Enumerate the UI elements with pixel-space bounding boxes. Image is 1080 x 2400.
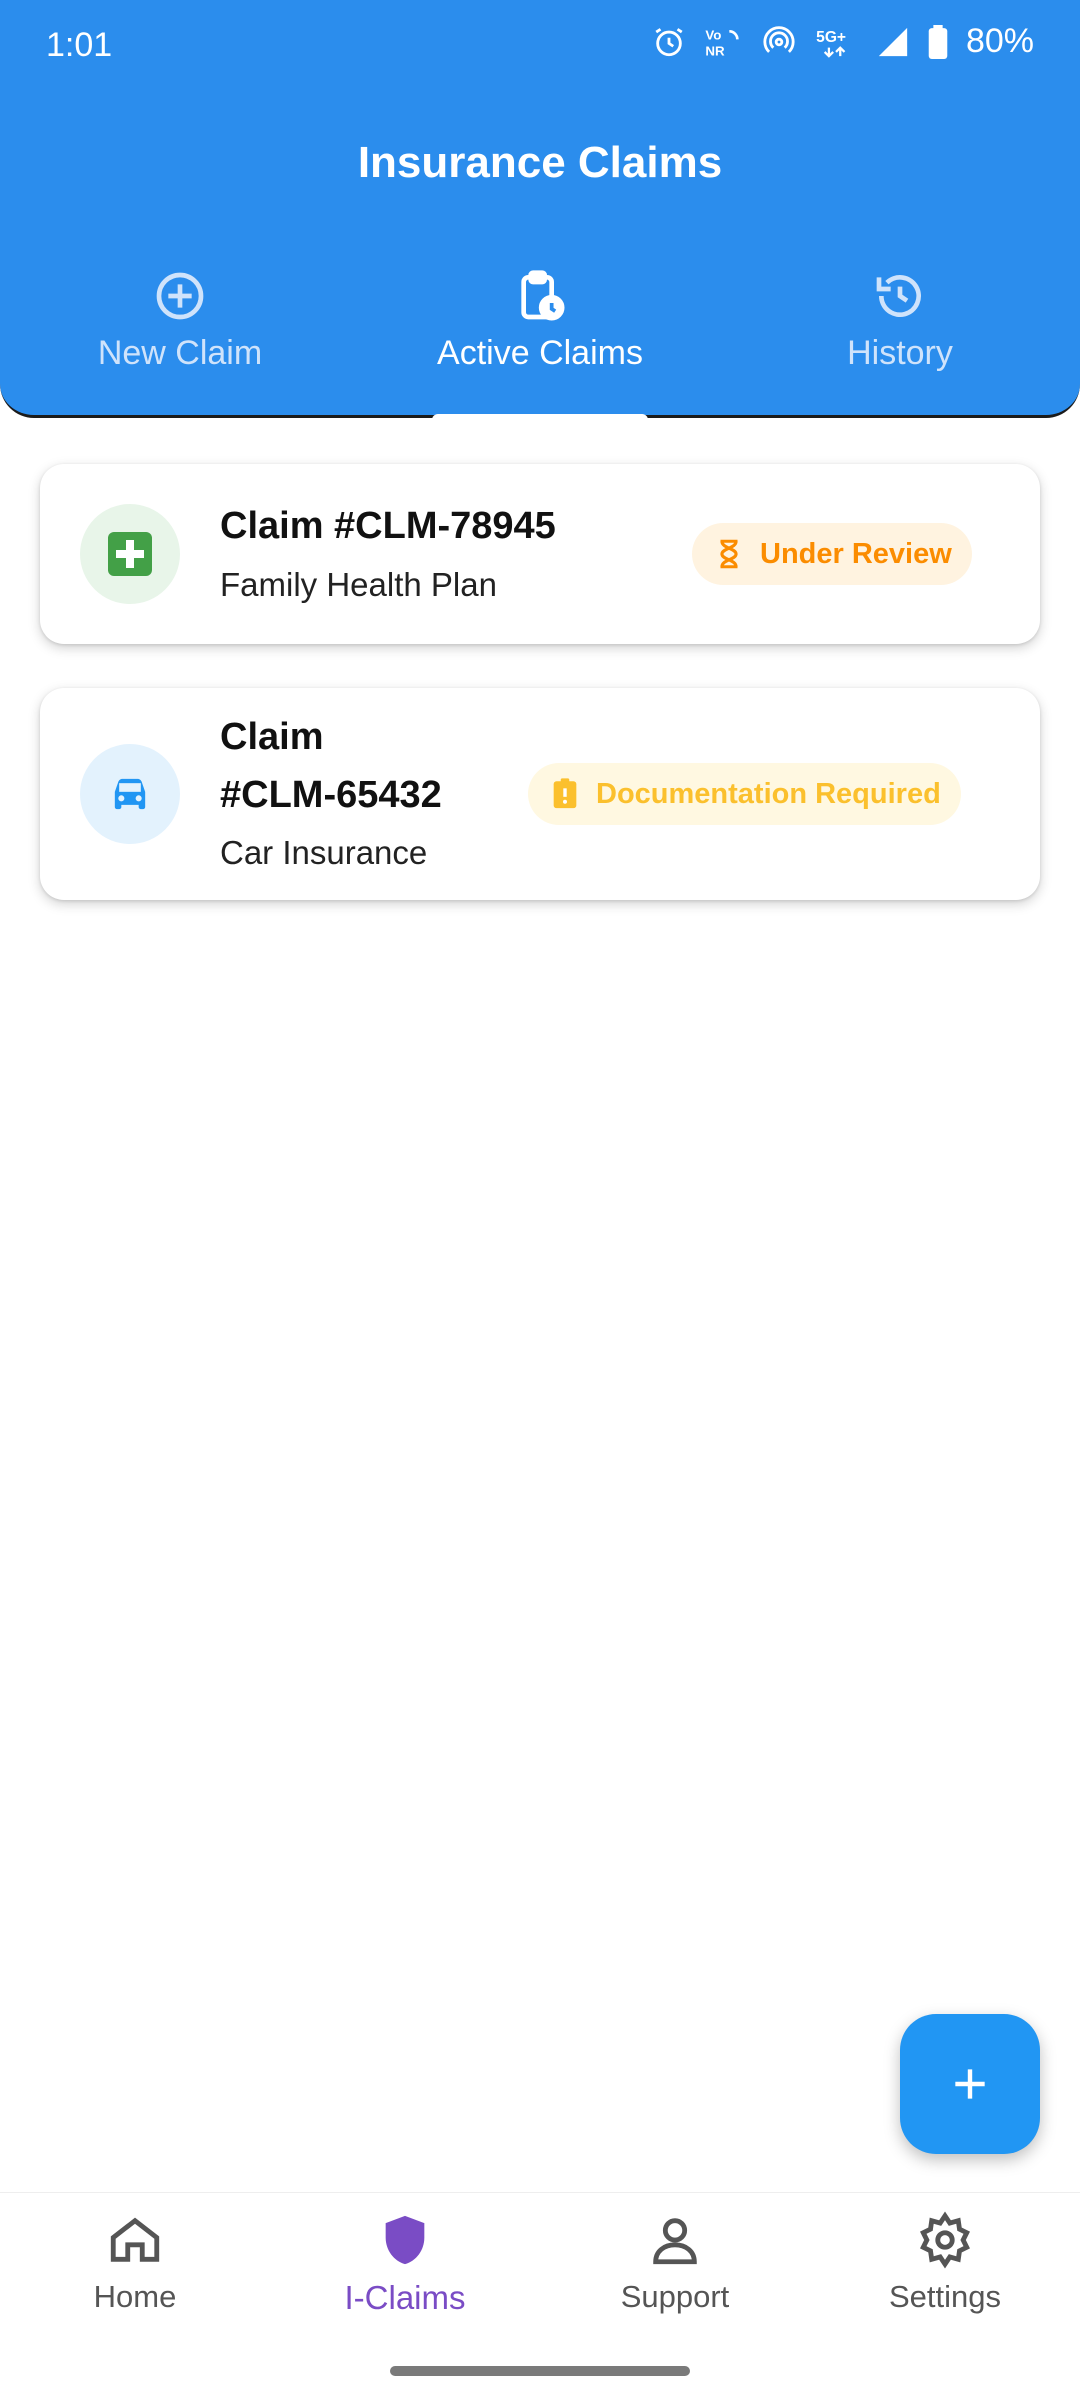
tab-new-claim[interactable]: New Claim [0, 262, 360, 418]
claim-subtitle: Family Health Plan [220, 566, 497, 603]
status-icons: Vo NR 5G+ 80% [652, 22, 1034, 61]
svg-text:NR: NR [705, 43, 725, 58]
add-claim-fab[interactable] [900, 2014, 1040, 2154]
5g-icon: 5G+ [816, 29, 846, 58]
page-title: Insurance Claims [357, 138, 723, 187]
nav-label: Home [93, 2279, 177, 2314]
alert-clipboard-icon [553, 778, 577, 809]
home-indicator[interactable] [390, 2366, 690, 2376]
shield-icon [385, 2215, 425, 2265]
battery-icon [928, 24, 948, 59]
claim-title: Claim #CLM-78945 [220, 505, 556, 547]
tab-label: History [847, 334, 953, 372]
nav-label: Support [620, 2279, 730, 2314]
nav-settings[interactable]: Settings [810, 2193, 1080, 2363]
claim-card[interactable]: Claim #CLM-65432 Car Insurance Documenta… [40, 688, 1040, 900]
add-circle-icon [156, 272, 204, 320]
person-icon [653, 2218, 697, 2265]
tab-label: New Claim [97, 334, 263, 372]
tab-history[interactable]: History [720, 262, 1080, 418]
status-badge: Documentation Required [528, 763, 961, 825]
battery-percentage: 80% [965, 22, 1034, 60]
gear-icon [920, 2211, 970, 2269]
claim-avatar [80, 744, 180, 844]
plus-icon [955, 2069, 985, 2099]
tab-label: Active Claims [437, 334, 643, 372]
car-icon [114, 778, 146, 810]
status-bar: 1:01 Vo NR 5G+ 80% [0, 0, 1080, 92]
history-icon [876, 275, 921, 317]
tab-bar: New Claim Active Claims History [0, 262, 1080, 418]
nav-i-claims[interactable]: I-Claims [270, 2193, 540, 2363]
home-icon [110, 2217, 160, 2262]
clipboard-clock-icon [521, 270, 565, 321]
hourglass-icon [720, 539, 738, 569]
status-label: Under Review [760, 537, 952, 570]
status-label: Documentation Required [596, 777, 941, 810]
tab-active-claims[interactable]: Active Claims [360, 262, 720, 418]
nav-home[interactable]: Home [0, 2193, 270, 2363]
nav-label: I-Claims [344, 2279, 466, 2316]
vonr-icon: VoNR [705, 27, 739, 58]
app-bar: 1:01 Vo NR 5G+ 80% Insurance Claims New C… [0, 0, 1080, 418]
status-time: 1:01 [46, 26, 113, 64]
claim-title-line: Claim [220, 716, 324, 758]
claim-card[interactable]: Claim #CLM-78945 Family Health Plan Unde… [40, 464, 1040, 644]
nav-support[interactable]: Support [540, 2193, 810, 2363]
claim-subtitle: Car Insurance [220, 834, 428, 871]
alarm-icon [655, 27, 683, 56]
claim-title-line: #CLM-65432 [220, 774, 442, 816]
nav-label: Settings [888, 2279, 1001, 2314]
status-badge: Under Review [692, 523, 972, 585]
svg-text:5G+: 5G+ [816, 29, 846, 46]
active-tab-indicator [432, 414, 648, 422]
medical-cross-icon [108, 532, 152, 576]
signal-icon [878, 27, 908, 56]
claim-avatar [80, 504, 180, 604]
hotspot-icon [763, 25, 795, 53]
svg-text:Vo: Vo [705, 27, 721, 42]
